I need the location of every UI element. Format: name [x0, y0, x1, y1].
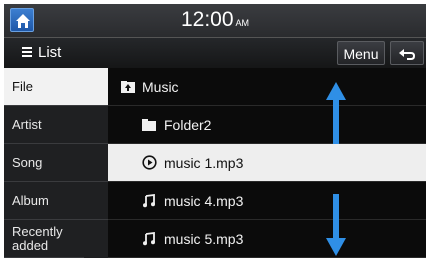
file-list: Music Folder2 music 1.mp3 music 4.mp3 mu… [108, 68, 426, 258]
menu-button[interactable]: Menu [337, 41, 385, 65]
page-title-label: List [38, 44, 62, 61]
sidebar-item-label: Artist [12, 117, 42, 132]
list-item-label: music 5.mp3 [164, 230, 244, 247]
music-note-icon [142, 193, 158, 208]
list-icon [22, 47, 32, 58]
back-arrow-icon [399, 49, 416, 60]
sidebar-item-album[interactable]: Album [4, 182, 108, 220]
sidebar-item-label: Recently added [12, 223, 63, 253]
sidebar-item-label: Album [12, 193, 49, 208]
clock-time: 12:00 [180, 8, 234, 31]
clock-ampm: AM [235, 18, 250, 28]
scroll-up-arrow-icon[interactable] [325, 82, 347, 144]
play-circle-icon [142, 155, 158, 170]
list-item-label: Music [142, 78, 179, 95]
header-bar: List Menu [4, 38, 426, 68]
clock: 12:00 AM [4, 8, 426, 35]
list-item-track[interactable]: music 5.mp3 [108, 220, 426, 258]
list-item-label: music 1.mp3 [164, 154, 244, 171]
sidebar-item-artist[interactable]: Artist [4, 106, 108, 144]
sidebar-item-file[interactable]: File [4, 68, 108, 106]
list-item-label: Folder2 [164, 116, 212, 133]
music-note-icon [142, 231, 158, 246]
list-item-label: music 4.mp3 [164, 192, 244, 209]
sidebar-item-song[interactable]: Song [4, 144, 108, 182]
back-button[interactable] [390, 41, 424, 65]
category-sidebar: File Artist Song Album Recently added [4, 68, 108, 258]
list-item-folder[interactable]: Folder2 [108, 106, 426, 144]
status-bar: 12:00 AM [4, 4, 426, 38]
list-item-parent-folder[interactable]: Music [108, 68, 426, 106]
folder-icon [142, 118, 158, 131]
page-title: List [22, 44, 61, 61]
head-unit-screen: 12:00 AM List Menu File Artist Song Albu… [4, 4, 426, 258]
sidebar-item-label: File [12, 79, 33, 94]
folder-up-icon [120, 80, 136, 94]
sidebar-item-label: Song [12, 155, 43, 170]
list-item-track[interactable]: music 4.mp3 [108, 182, 426, 220]
list-item-selected-track[interactable]: music 1.mp3 [108, 144, 426, 182]
scroll-down-arrow-icon[interactable] [325, 194, 347, 256]
sidebar-item-recently-added[interactable]: Recently added [4, 220, 84, 258]
